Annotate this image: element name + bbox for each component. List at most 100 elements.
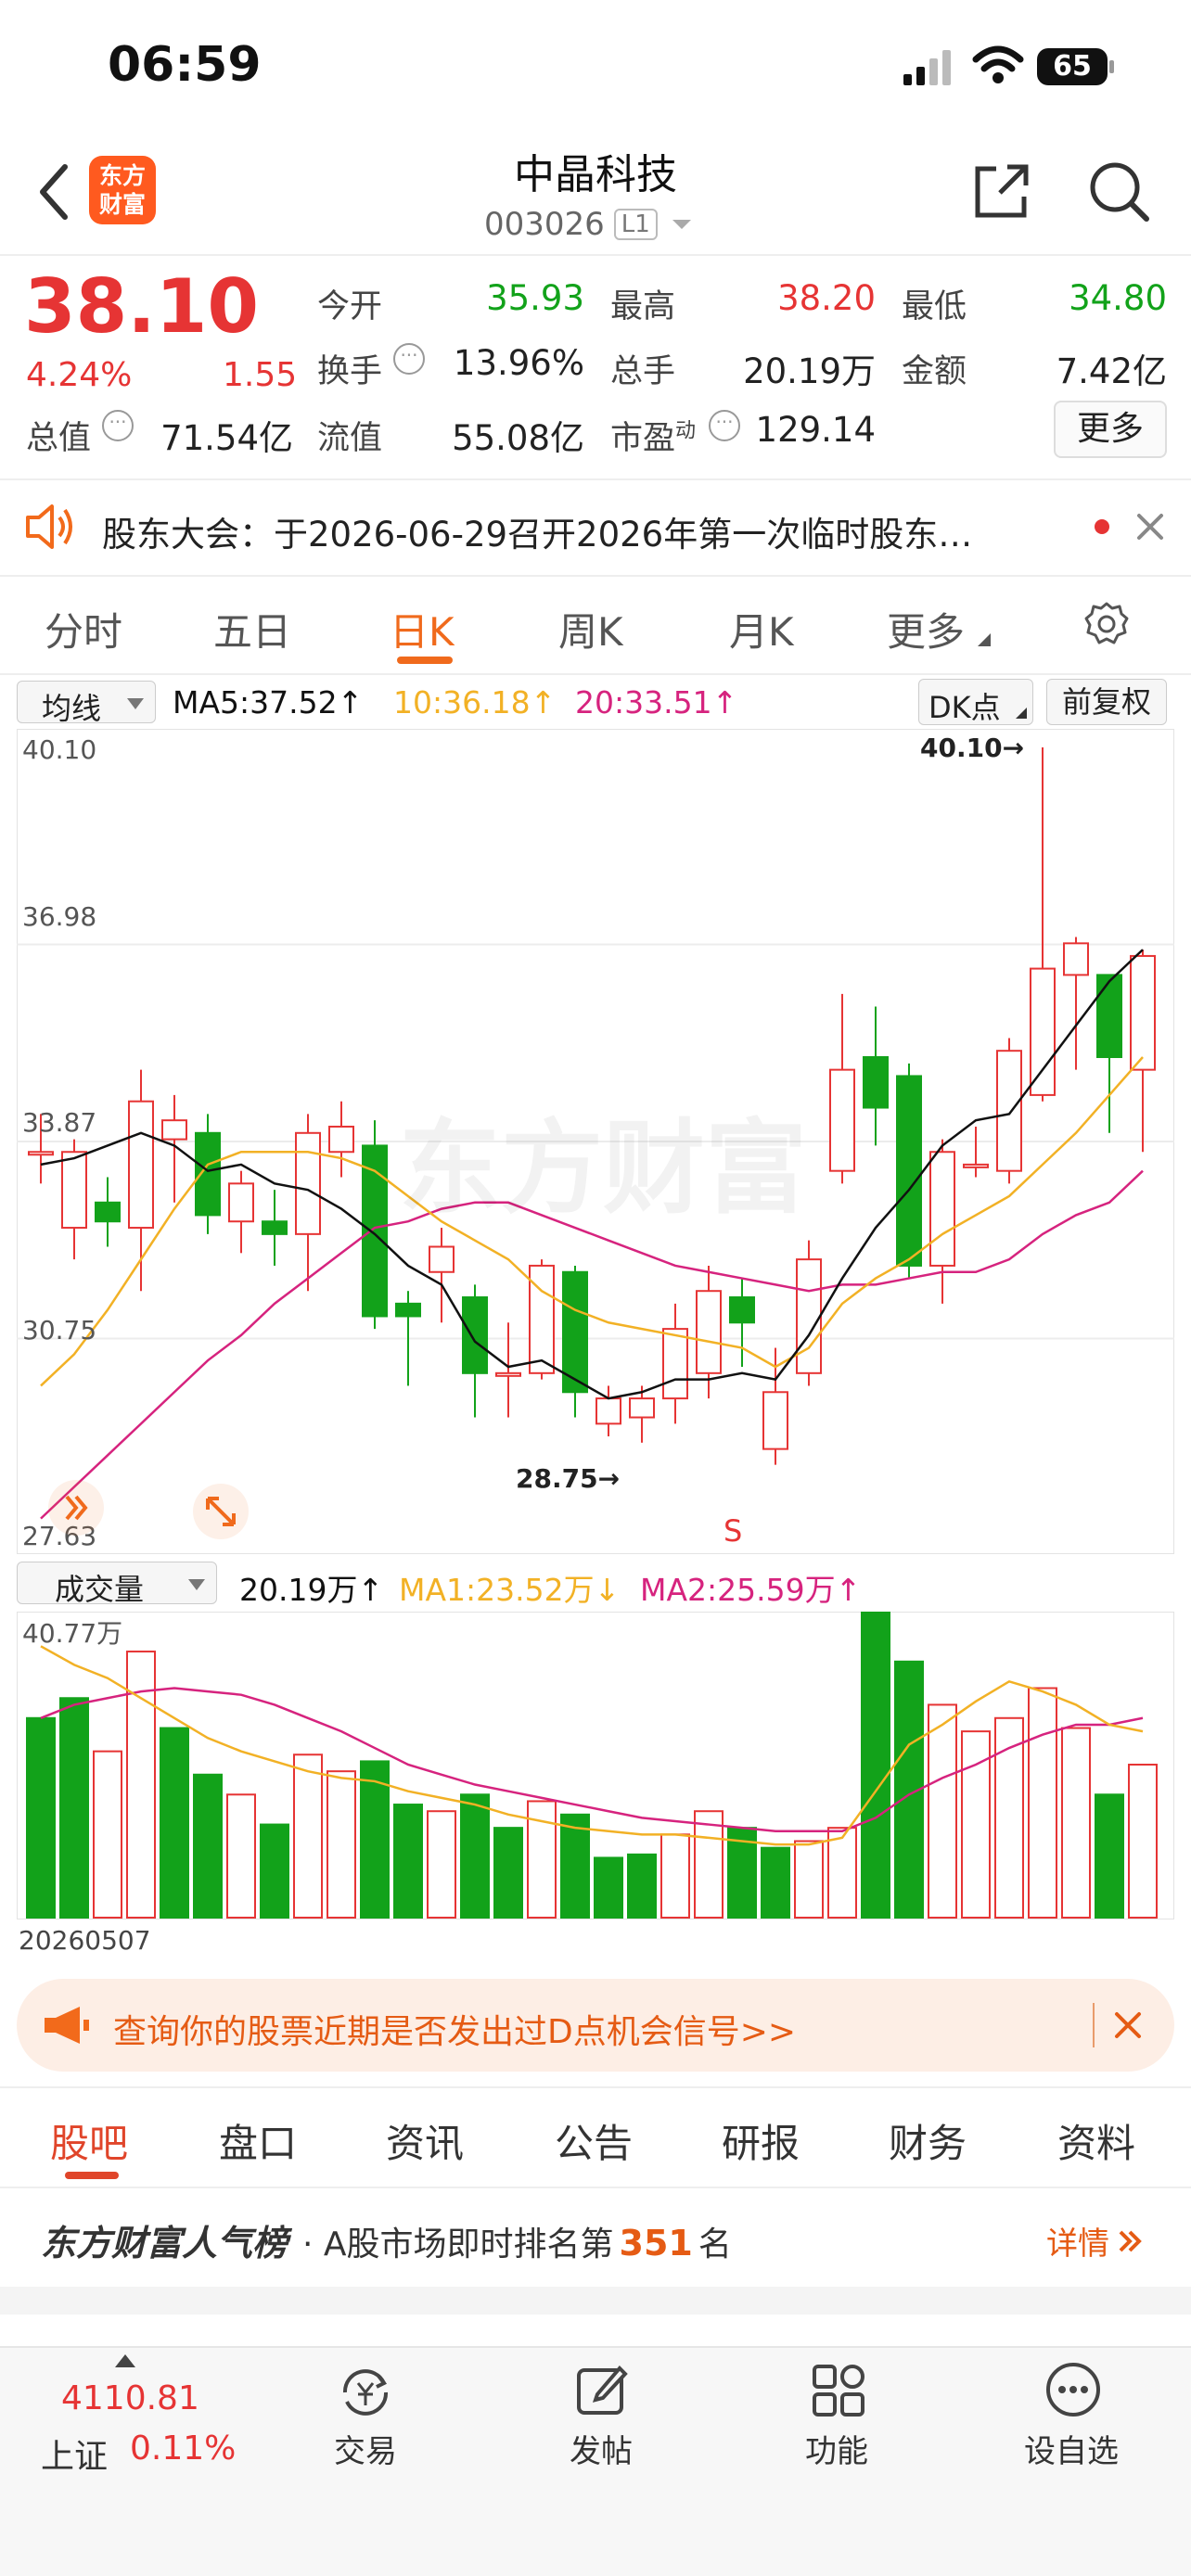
gear-icon[interactable] (1083, 601, 1130, 647)
search-icon[interactable] (1085, 158, 1152, 224)
candle-body (629, 1397, 655, 1419)
volume-bar (193, 1773, 223, 1919)
volume-bar (627, 1853, 657, 1919)
cellular-signal-icon (903, 48, 955, 85)
tab-five-day[interactable]: 五日 (213, 601, 291, 657)
price-axis-label: 30.75 (22, 1315, 97, 1345)
candle-body (1063, 942, 1089, 976)
ma5-legend: MA5:37.52↑ (173, 684, 364, 721)
candle-body (996, 1050, 1022, 1172)
candle-body (963, 1163, 989, 1168)
chevron-down-icon (188, 1579, 205, 1590)
index-value[interactable]: 4110.81 (61, 2379, 199, 2417)
tab-finance[interactable]: 财务 (889, 2112, 967, 2169)
candle-body (395, 1302, 421, 1318)
candle-body (729, 1296, 755, 1324)
function-label[interactable]: 功能 (805, 2426, 868, 2471)
double-chevron-right-icon (1119, 2230, 1142, 2251)
tab-weekly-k[interactable]: 周K (558, 601, 623, 657)
volume-bar (1128, 1764, 1158, 1919)
popularity-suffix: 名 (698, 2225, 732, 2264)
change-percent: 4.24% (26, 356, 133, 394)
tab-guba[interactable]: 股吧 (50, 2112, 128, 2169)
wifi-icon (972, 45, 1024, 85)
candle-body (662, 1328, 688, 1400)
trade-label[interactable]: 交易 (334, 2426, 397, 2471)
adjust-button[interactable]: 前复权 (1046, 679, 1167, 725)
expand-left-icon[interactable] (48, 1480, 104, 1536)
volume-bar (293, 1753, 323, 1919)
volume-bar (594, 1856, 623, 1919)
tab-daily-k[interactable]: 日K (390, 601, 455, 657)
chevron-down-icon (127, 698, 144, 709)
tab-announcements[interactable]: 公告 (555, 2112, 633, 2169)
change-amount: 1.55 (223, 356, 298, 394)
low-label: 最低 (902, 288, 967, 325)
stock-code-row[interactable]: 003026 L1 (484, 204, 695, 245)
volume-bar (160, 1727, 189, 1919)
price-axis-label: 33.87 (22, 1107, 97, 1138)
candle-body (128, 1100, 154, 1230)
candle-body (95, 1201, 121, 1223)
candle-body (762, 1391, 788, 1450)
volume-label: 总手 (610, 353, 676, 390)
info-icon[interactable]: ··· (393, 343, 425, 375)
tab-intraday[interactable]: 分时 (45, 601, 122, 657)
dk-point-button[interactable]: DK点 (918, 679, 1033, 725)
post-label[interactable]: 发帖 (570, 2426, 633, 2471)
battery-icon: 65 (1037, 48, 1115, 85)
volume-bar (694, 1810, 724, 1919)
dk-point-label: DK点 (928, 690, 1001, 725)
tab-news[interactable]: 资讯 (386, 2112, 464, 2169)
tab-profile[interactable]: 资料 (1057, 2112, 1135, 2169)
share-icon[interactable] (968, 158, 1035, 224)
popularity-row[interactable]: 东方财富人气榜 · A股市场即时排名第 351 名 (41, 2214, 732, 2264)
volume-bar (460, 1793, 490, 1919)
trade-icon[interactable] (336, 2365, 395, 2420)
sell-signal: S (724, 1513, 743, 1549)
info-icon[interactable]: ··· (709, 410, 740, 441)
volume-selector[interactable]: 成交量 (17, 1562, 217, 1607)
popularity-detail-link[interactable]: 详情 (1046, 2218, 1145, 2264)
ad-text[interactable]: 查询你的股票近期是否发出过D点机会信号>> (113, 2005, 796, 2053)
watermark: 东方财富 (399, 1109, 807, 1228)
ma-selector[interactable]: 均线 (17, 681, 156, 726)
watchlist-label[interactable]: 设自选 (1024, 2426, 1119, 2471)
index-change[interactable]: 0.11% (130, 2429, 236, 2468)
notice-text[interactable]: 股东大会：于2026-06-29召开2026年第一次临时股东… (102, 506, 1030, 556)
pe-sup: 动 (675, 419, 697, 443)
volume-chart[interactable] (17, 1612, 1174, 1919)
volume-selector-label: 成交量 (55, 1572, 145, 1607)
more-icon[interactable] (1044, 2361, 1102, 2418)
popularity-rank: 351 (619, 2223, 693, 2264)
pe-value: 129.14 (755, 410, 876, 450)
volume-value: 20.19万 (743, 351, 876, 391)
candle-body (1096, 974, 1122, 1059)
volume-max-label: 40.77万 (22, 1618, 123, 1649)
volume-bar (794, 1840, 824, 1919)
section-divider (0, 2187, 1191, 2188)
index-name[interactable]: 上证 (41, 2429, 108, 2478)
volume-bar (59, 1697, 89, 1919)
info-icon[interactable]: ··· (102, 410, 134, 441)
volume-bar (93, 1750, 122, 1919)
market-cap-label: 总值 (26, 420, 92, 457)
tab-research[interactable]: 研报 (722, 2112, 800, 2169)
close-icon[interactable] (1113, 2010, 1143, 2040)
volume-ma1-legend: MA1:23.52万↓ (399, 1572, 621, 1608)
tab-order-book[interactable]: 盘口 (219, 2112, 297, 2169)
high-label: 最高 (610, 288, 676, 325)
candle-body (61, 1151, 87, 1230)
tab-monthly-k[interactable]: 月K (729, 601, 794, 657)
float-cap-label: 流值 (317, 420, 383, 457)
post-icon[interactable] (573, 2361, 631, 2418)
close-icon[interactable] (1133, 510, 1167, 543)
more-button[interactable]: 更多 (1054, 401, 1167, 458)
candle-body (28, 1151, 54, 1156)
caret-up-icon (115, 2353, 135, 2367)
volume-bar (26, 1716, 56, 1919)
tab-more[interactable]: 更多 (887, 601, 965, 657)
section-separator (0, 2287, 1191, 2315)
function-icon[interactable] (811, 2363, 866, 2418)
fullscreen-icon[interactable] (193, 1484, 249, 1539)
